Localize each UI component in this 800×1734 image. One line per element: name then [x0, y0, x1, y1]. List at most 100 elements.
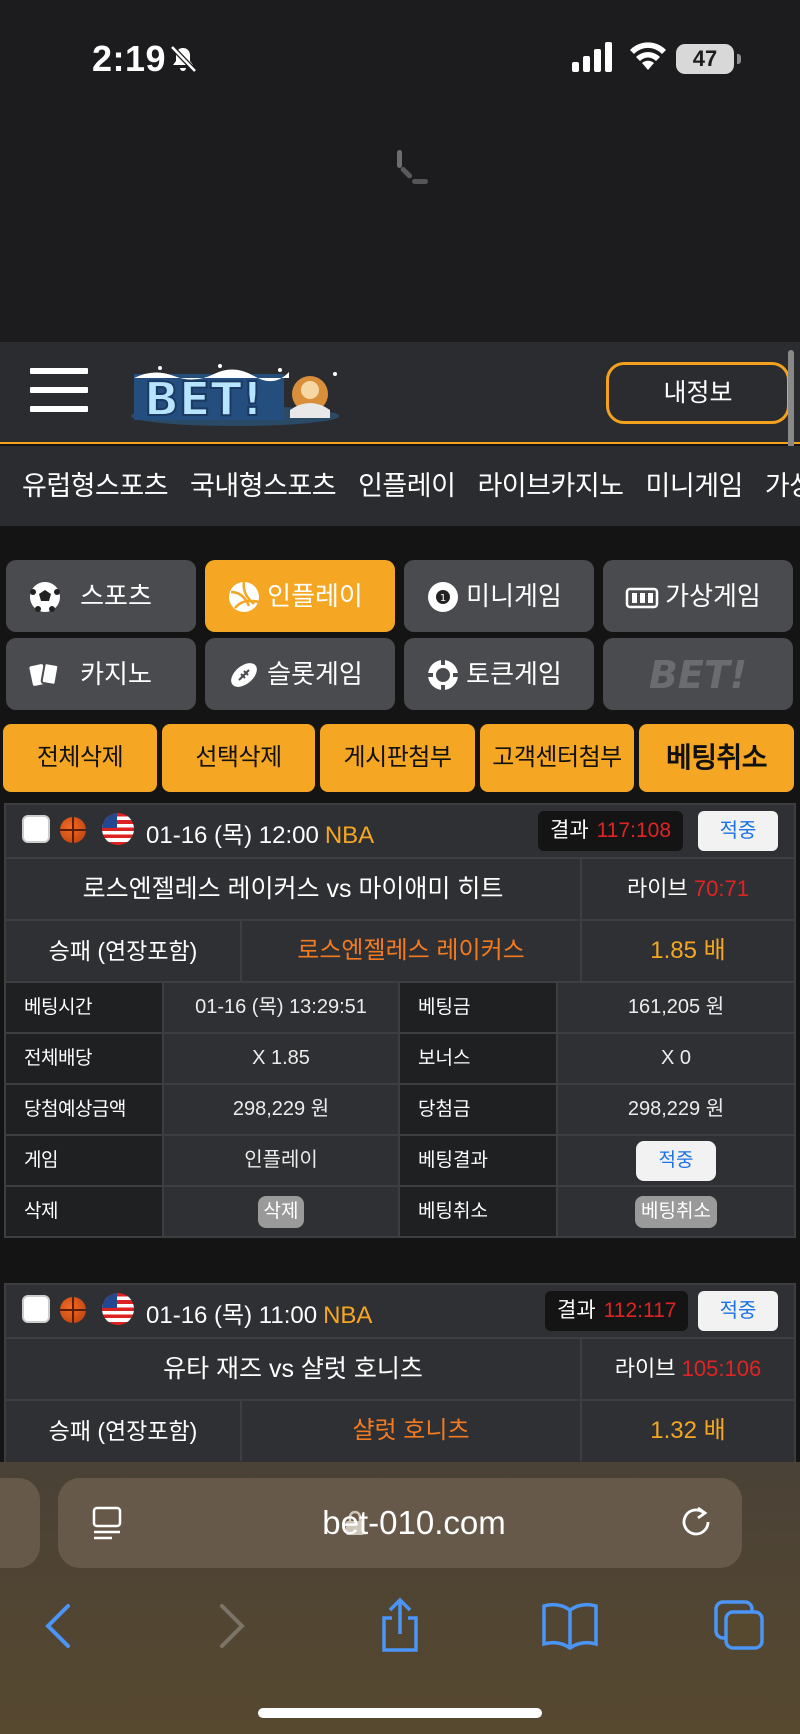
- result-box: 결과 117:108: [538, 811, 683, 851]
- datetime-text: 01-16 (목) 11:00: [146, 1302, 318, 1329]
- bet-card: 01-16 (목) 12:00 NBA 결과 117:108 적중 로스엔젤레스 레…: [4, 803, 796, 1238]
- league-name: NBA: [324, 822, 375, 849]
- page-scrollbar[interactable]: [788, 350, 794, 450]
- basketball-icon: [60, 1297, 86, 1323]
- hamburger-menu-icon[interactable]: [30, 368, 88, 414]
- hit-status-badge[interactable]: 적중: [698, 811, 778, 851]
- category-label: 카지노: [80, 659, 152, 689]
- pick-row: 승패 (연장포함) 샬럿 호니츠 1.32 배: [6, 1399, 794, 1461]
- live-score-value: 105:106: [681, 1356, 762, 1381]
- category-label: 가상게임: [665, 581, 761, 611]
- web-content: BET! 내정보 유럽형스포츠국내형스포츠인플레이라이브카지노미니게임가상게임 …: [0, 342, 800, 1462]
- loading-spinner-icon: [397, 150, 428, 184]
- detail-value: 298,229 원: [558, 1085, 794, 1134]
- us-flag-icon: [102, 813, 134, 845]
- category-label: 미니게임: [466, 581, 562, 611]
- detail-key: 베팅금: [400, 983, 558, 1032]
- category-bet-button[interactable]: BET!: [603, 638, 793, 710]
- battery-indicator: 47: [676, 44, 741, 74]
- url-value: bet-010.com: [322, 1504, 506, 1541]
- detail-key: 삭제: [6, 1187, 164, 1236]
- live-label: 라이브: [614, 1356, 676, 1381]
- detail-value: 01-16 (목) 13:29:51: [164, 983, 400, 1032]
- detail-value: X 0: [558, 1034, 794, 1083]
- result-label: 결과: [557, 1299, 596, 1322]
- bell-muted-icon: [170, 45, 197, 73]
- bookmarks-icon[interactable]: [540, 1596, 600, 1656]
- previous-tab-stub[interactable]: [0, 1478, 40, 1568]
- cancel-single-bet-button[interactable]: 베팅취소: [635, 1195, 717, 1228]
- clock: 2:19: [92, 38, 167, 79]
- result-score: 117:108: [596, 819, 671, 842]
- share-icon[interactable]: [370, 1596, 430, 1656]
- bet-result-badge[interactable]: 적중: [636, 1140, 716, 1181]
- detail-value: 161,205 원: [558, 983, 794, 1032]
- detail-value: 삭제: [164, 1187, 400, 1236]
- bet-card: 01-16 (목) 11:00 NBA 결과 112:117 적중 유타 재즈 vs…: [4, 1283, 796, 1462]
- detail-key: 게임: [6, 1136, 164, 1185]
- category-inplay-button[interactable]: 인플레이: [205, 560, 395, 632]
- detail-value: 베팅취소: [558, 1187, 794, 1236]
- menu-item-domestic-sports[interactable]: 국내형스포츠: [190, 446, 337, 526]
- bet-card-header: 01-16 (목) 12:00 NBA 결과 117:108 적중: [6, 805, 794, 857]
- category-sports-button[interactable]: 스포츠: [6, 560, 196, 632]
- reload-icon[interactable]: [678, 1504, 714, 1540]
- odds-value: 1.32 배: [650, 1417, 726, 1444]
- detail-key: 베팅시간: [6, 983, 164, 1032]
- detail-row: 전체배당 X 1.85 보너스 X 0: [6, 1032, 794, 1083]
- attach-support-button[interactable]: 고객센터첨부: [480, 724, 634, 792]
- address-bar[interactable]: bet-010.com: [58, 1478, 742, 1568]
- menu-item-mini-game[interactable]: 미니게임: [646, 446, 744, 526]
- status-bar: 2:19 47: [0, 0, 800, 184]
- detail-value: X 1.85: [164, 1034, 400, 1083]
- back-icon[interactable]: [30, 1596, 90, 1656]
- bet-logo-icon: BET!: [649, 653, 747, 697]
- picked-team: 샬럿 호니츠: [242, 1401, 582, 1461]
- result-box: 결과 112:117: [545, 1291, 689, 1331]
- us-flag-icon: [102, 1293, 134, 1325]
- cancel-bet-button[interactable]: 베팅취소: [639, 724, 794, 792]
- category-slot-button[interactable]: 슬롯게임: [205, 638, 395, 710]
- svg-text:BET!: BET!: [144, 372, 263, 426]
- game-datetime: 01-16 (목) 11:00 NBA: [146, 1295, 372, 1330]
- svg-text:BET!: BET!: [649, 653, 747, 696]
- basketball-icon: [60, 817, 86, 843]
- delete-all-button[interactable]: 전체삭제: [3, 724, 157, 792]
- odds-value: 1.85 배: [650, 937, 726, 964]
- detail-key: 당첨금: [400, 1085, 558, 1134]
- detail-row: 게임 인플레이 베팅결과 적중: [6, 1134, 794, 1185]
- menu-item-european-sports[interactable]: 유럽형스포츠: [22, 446, 169, 526]
- select-checkbox[interactable]: [22, 815, 50, 843]
- category-virtual-game-button[interactable]: 가상게임: [603, 560, 793, 632]
- bet-card-header: 01-16 (목) 11:00 NBA 결과 112:117 적중: [6, 1285, 794, 1337]
- wifi-icon: [630, 42, 666, 70]
- forward-icon[interactable]: [200, 1596, 260, 1656]
- detail-key: 보너스: [400, 1034, 558, 1083]
- live-score: 라이브 105:106: [582, 1339, 794, 1399]
- delete-selected-button[interactable]: 선택삭제: [162, 724, 315, 792]
- menu-item-virtual-game[interactable]: 가상게임: [765, 446, 800, 526]
- bet-logo[interactable]: BET!: [130, 360, 345, 430]
- game-datetime: 01-16 (목) 12:00 NBA: [146, 815, 374, 850]
- category-minigame-button[interactable]: 1 미니게임: [404, 560, 594, 632]
- my-info-button[interactable]: 내정보: [606, 362, 790, 424]
- tabs-icon[interactable]: [710, 1596, 770, 1656]
- match-name: 로스엔젤레스 레이커스 vs 마이애미 히트: [6, 859, 582, 919]
- attach-board-button[interactable]: 게시판첨부: [320, 724, 475, 792]
- cellular-signal-icon: [572, 42, 612, 72]
- home-indicator[interactable]: [258, 1708, 542, 1718]
- category-label: 토큰게임: [466, 659, 562, 689]
- match-name: 유타 재즈 vs 샬럿 호니츠: [6, 1339, 582, 1399]
- category-label: 인플레이: [267, 581, 363, 611]
- menu-item-live-casino[interactable]: 라이브카지노: [477, 446, 624, 526]
- category-casino-button[interactable]: 카지노: [6, 638, 196, 710]
- hit-status-badge[interactable]: 적중: [698, 1291, 778, 1331]
- delete-bet-button[interactable]: 삭제: [257, 1195, 305, 1228]
- detail-key: 베팅결과: [400, 1136, 558, 1185]
- menu-item-inplay[interactable]: 인플레이: [358, 446, 456, 526]
- select-checkbox[interactable]: [22, 1295, 50, 1323]
- market-name: 승패 (연장포함): [6, 921, 242, 981]
- league-name: NBA: [323, 1302, 373, 1329]
- category-token-game-button[interactable]: 토큰게임: [404, 638, 594, 710]
- market-name: 승패 (연장포함): [6, 1401, 242, 1461]
